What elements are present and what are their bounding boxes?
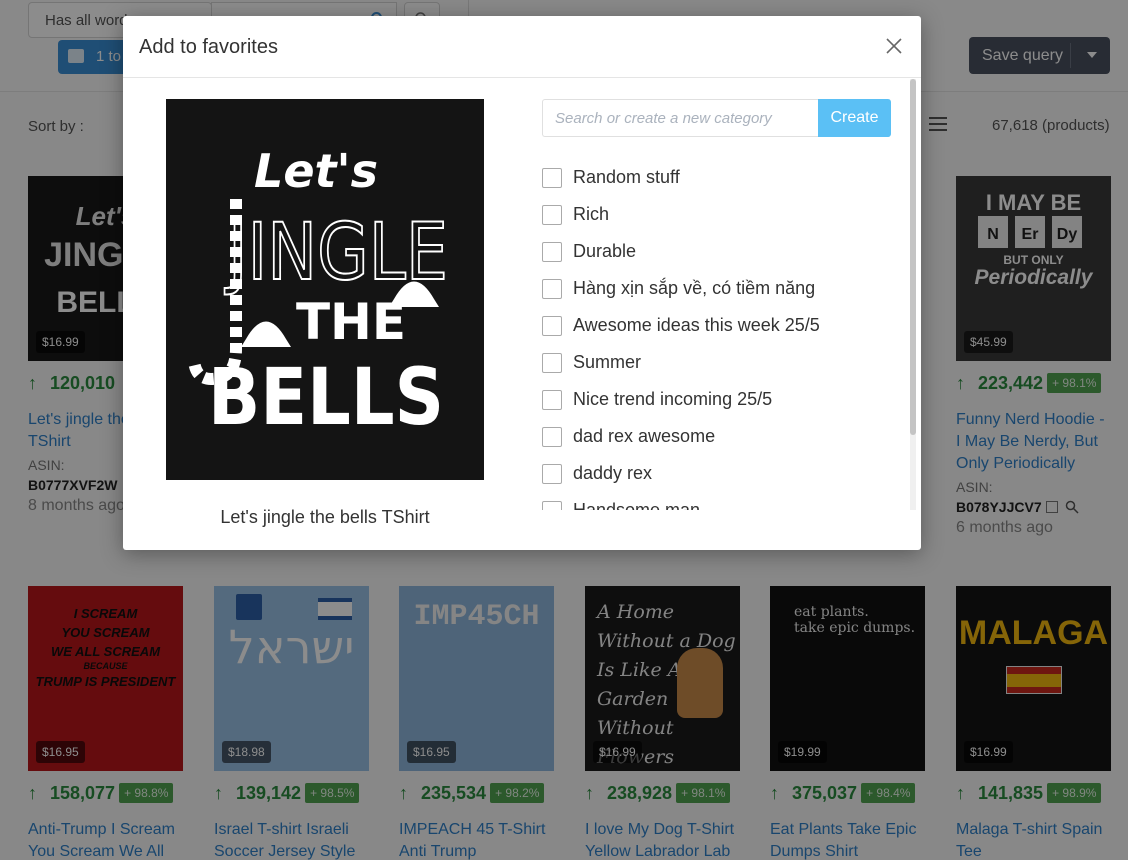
checkbox[interactable] — [542, 352, 562, 373]
checkbox[interactable] — [542, 241, 562, 262]
dialog-body: Let's JINGLE THE BELLS Let's jingle the … — [123, 79, 921, 550]
dialog-scrollbar[interactable] — [910, 79, 916, 510]
category-label: daddy rex — [573, 463, 653, 483]
category-checkbox-item[interactable]: Rich — [542, 196, 902, 233]
jingle-bells-artwork: Let's JINGLE THE BELLS — [188, 144, 449, 443]
dialog-title: Add to favorites — [139, 36, 278, 58]
category-checkbox-item[interactable]: dad rex awesome — [542, 418, 902, 455]
art-the-text: THE — [296, 293, 406, 351]
category-list[interactable]: Random stuff Rich Durable Hàng xịn sắp về, … — [542, 159, 902, 510]
checkbox[interactable] — [542, 500, 562, 510]
art-lets-text: Let's — [254, 144, 378, 198]
category-label: Durable — [573, 241, 637, 261]
art-bells-text: BELLS — [208, 353, 444, 443]
bell-left-icon — [241, 321, 291, 347]
category-label: Summer — [573, 352, 642, 372]
category-checkbox-item[interactable]: Durable — [542, 233, 902, 270]
checkbox[interactable] — [542, 204, 562, 225]
category-label: Rich — [573, 204, 610, 224]
category-label: Random stuff — [573, 167, 680, 187]
category-label: dad rex awesome — [573, 426, 716, 446]
create-category-button[interactable]: Create — [818, 99, 891, 137]
checkbox[interactable] — [542, 167, 562, 188]
category-label: Awesome ideas this week 25/5 — [573, 315, 820, 335]
dialog-header: Add to favorites — [123, 16, 921, 78]
category-checkbox-item[interactable]: Summer — [542, 344, 902, 381]
category-checkbox-item[interactable]: Handsome man — [542, 492, 902, 510]
checkbox[interactable] — [542, 426, 562, 447]
category-label: Nice trend incoming 25/5 — [573, 389, 773, 409]
close-icon[interactable] — [885, 37, 903, 55]
category-checkbox-item[interactable]: Random stuff — [542, 159, 902, 196]
category-label: Hàng xịn sắp về, có tiềm năng — [573, 278, 816, 298]
scrollbar-thumb[interactable] — [910, 79, 916, 435]
checkbox[interactable] — [542, 463, 562, 484]
checkbox[interactable] — [542, 315, 562, 336]
category-checkbox-item[interactable]: daddy rex — [542, 455, 902, 492]
category-checkbox-item[interactable]: Hàng xịn sắp về, có tiềm năng — [542, 270, 902, 307]
category-search-input[interactable] — [542, 99, 819, 137]
add-to-favorites-dialog: Add to favorites Let's JINGLE THE BELLS … — [123, 16, 921, 550]
product-caption: Let's jingle the bells TShirt — [220, 507, 430, 527]
category-label: Handsome man — [573, 500, 701, 510]
checkbox[interactable] — [542, 389, 562, 410]
product-image: Let's JINGLE THE BELLS — [166, 99, 484, 480]
category-checkbox-item[interactable]: Awesome ideas this week 25/5 — [542, 307, 902, 344]
category-checkbox-item[interactable]: Nice trend incoming 25/5 — [542, 381, 902, 418]
checkbox[interactable] — [542, 278, 562, 299]
